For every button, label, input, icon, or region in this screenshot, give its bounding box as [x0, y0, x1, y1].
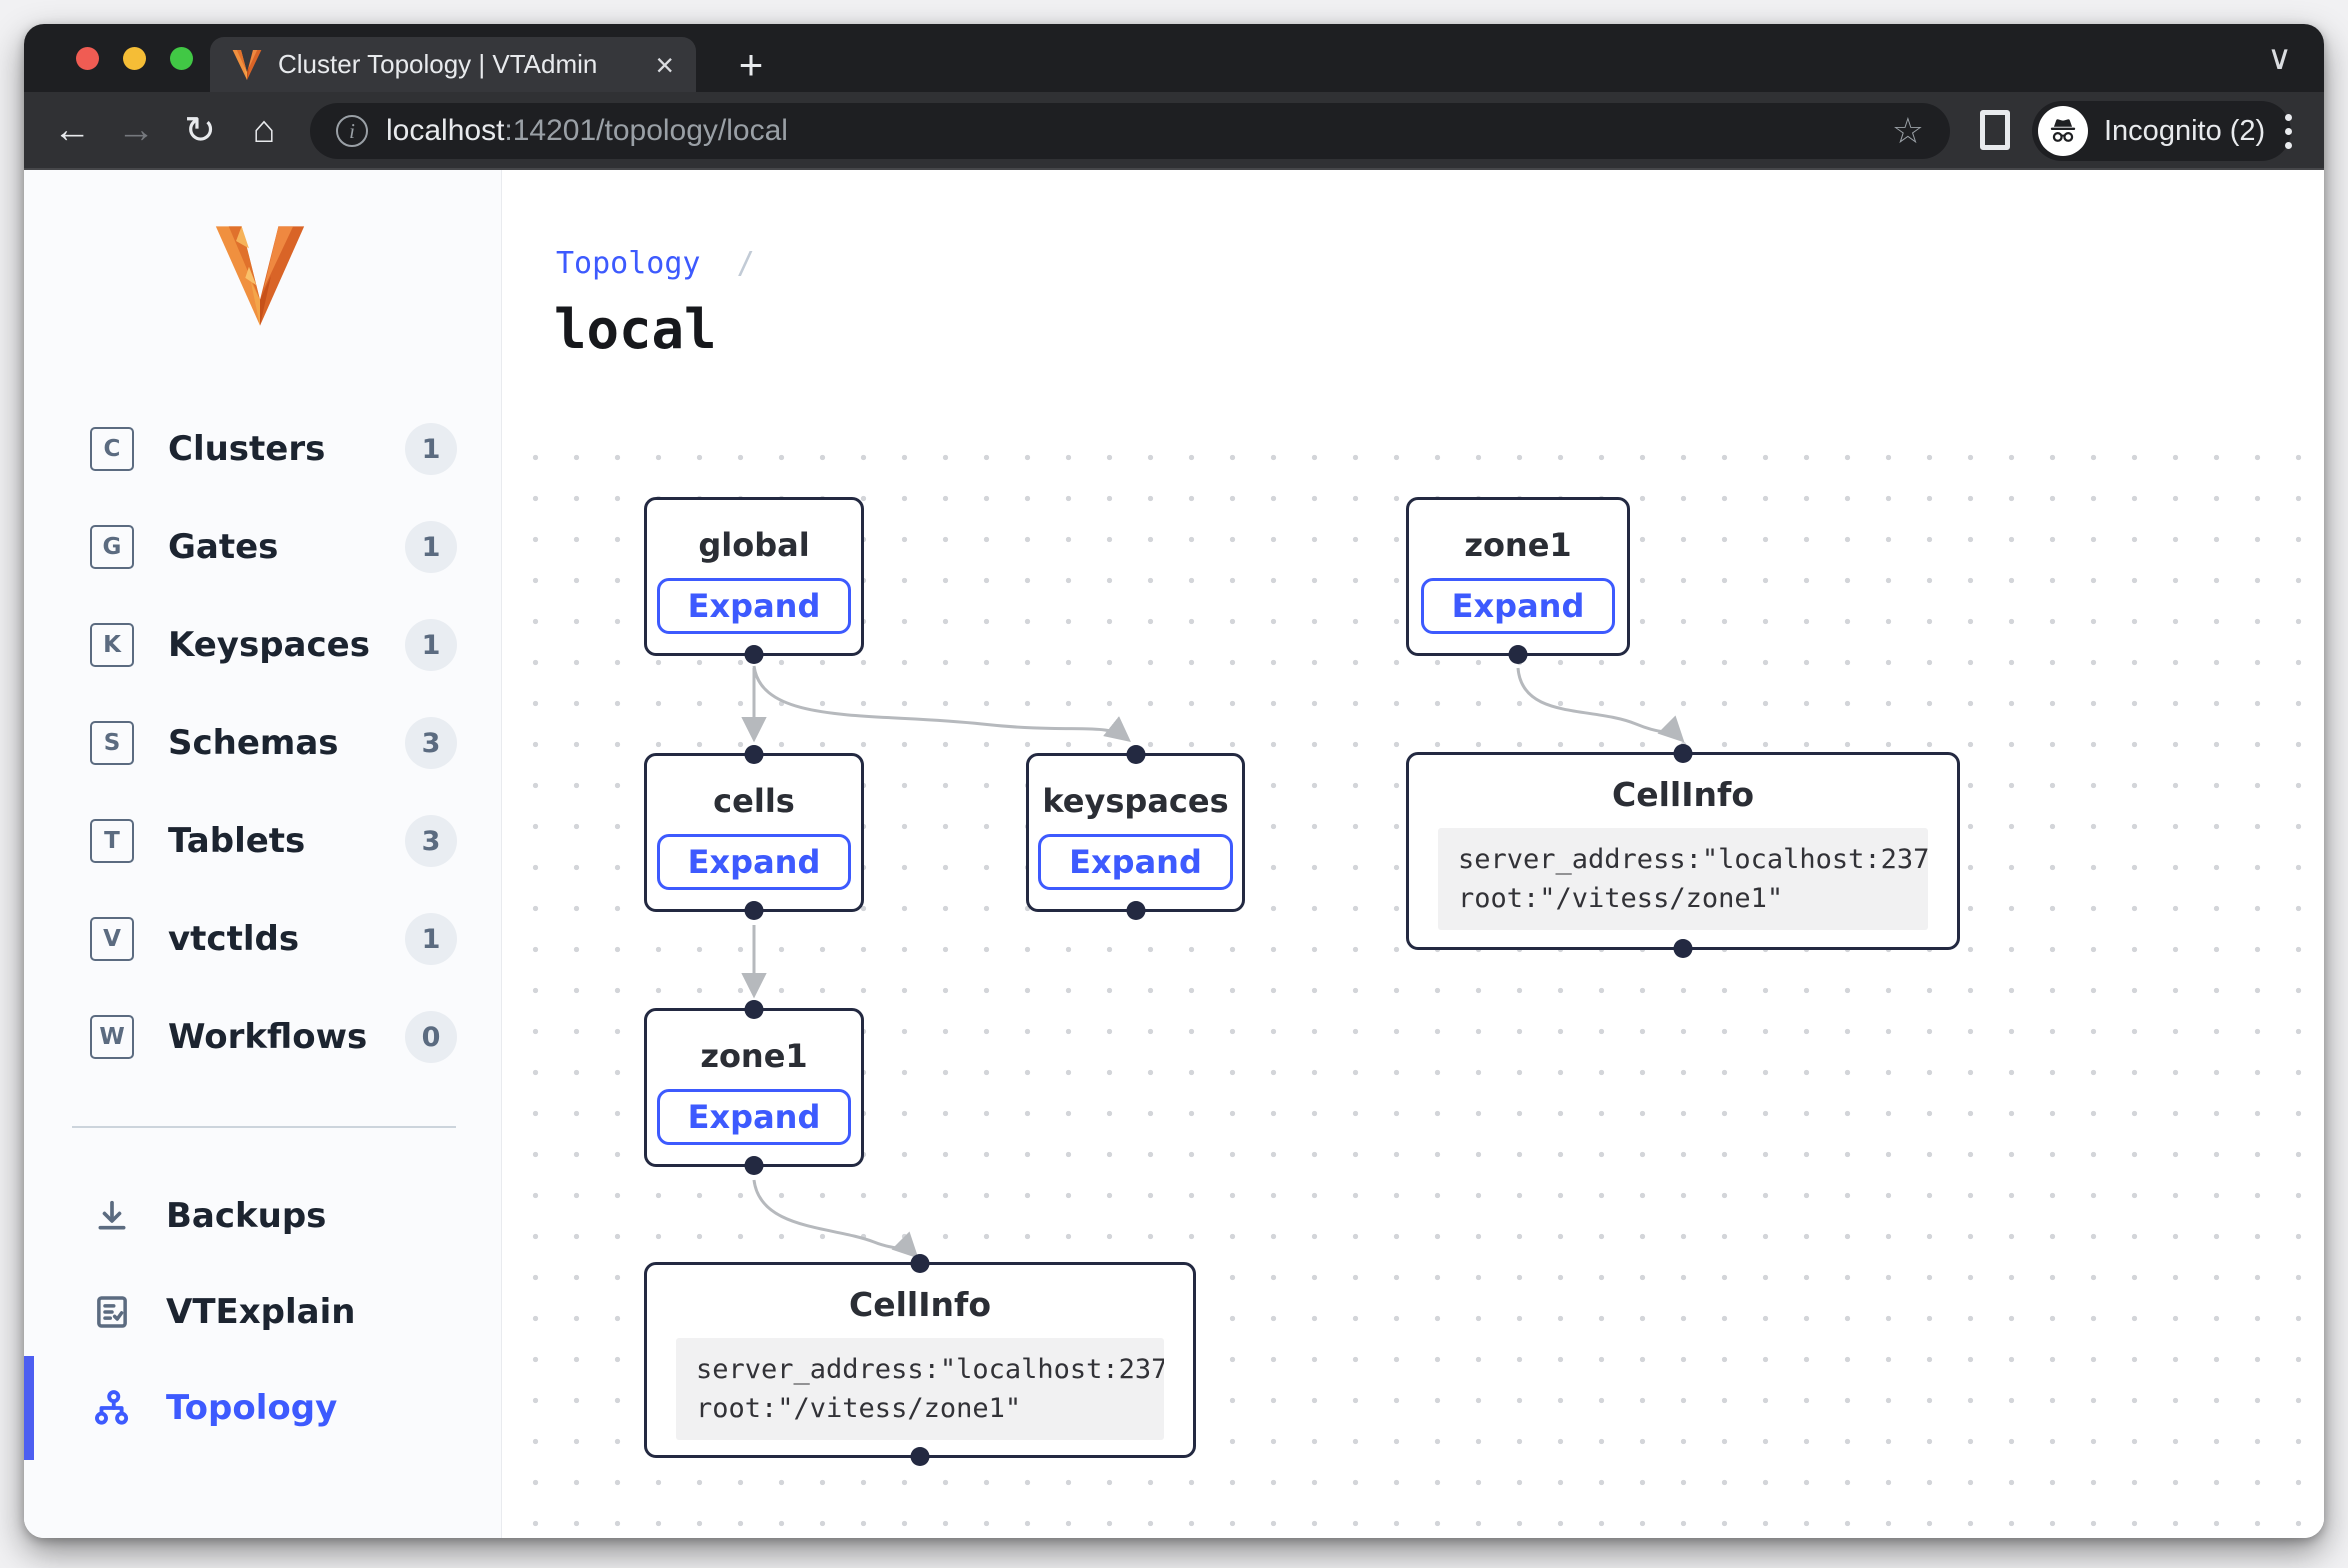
- node-global: global Expand: [644, 497, 864, 656]
- node-zone1-mid: zone1 Expand: [644, 1008, 864, 1167]
- node-title: CellInfo: [1612, 775, 1754, 814]
- port-dot: [911, 1447, 930, 1466]
- port-dot: [911, 1254, 930, 1273]
- port-dot: [1674, 939, 1693, 958]
- expand-button-zone1-top[interactable]: Expand: [1421, 578, 1616, 634]
- node-keyspaces: keyspaces Expand: [1026, 753, 1245, 912]
- cellinfo-server-address: server_address:"localhost:2379": [1458, 840, 1908, 879]
- port-dot: [1126, 745, 1145, 764]
- port-dot: [745, 1000, 764, 1019]
- port-dot: [745, 745, 764, 764]
- node-cellinfo-bottom: CellInfo server_address:"localhost:2379"…: [644, 1262, 1196, 1458]
- expand-button-global[interactable]: Expand: [657, 578, 852, 634]
- vtadmin-app: C Clusters 1 G Gates 1 K Keyspaces 1 S S…: [24, 170, 2324, 1538]
- topology-graph: global Expand zone1 Expand cells Expand …: [24, 24, 2324, 1538]
- cellinfo-root: root:"/vitess/zone1": [1458, 879, 1908, 918]
- node-title: zone1: [700, 1037, 807, 1075]
- node-title: CellInfo: [849, 1285, 991, 1324]
- node-title: keyspaces: [1042, 782, 1228, 820]
- port-dot: [745, 1156, 764, 1175]
- port-dot: [745, 645, 764, 664]
- edge-zone1-cellinfo-bottom: [754, 1180, 914, 1254]
- cellinfo-root: root:"/vitess/zone1": [696, 1389, 1144, 1428]
- browser-window: Cluster Topology | VTAdmin × + ∨ ← → ↻ ⌂…: [24, 24, 2324, 1538]
- cellinfo-code: server_address:"localhost:2379" root:"/v…: [1438, 828, 1928, 930]
- edge-zone1-cellinfo: [1518, 668, 1680, 738]
- expand-button-zone1-mid[interactable]: Expand: [657, 1089, 852, 1145]
- node-title: cells: [713, 782, 795, 820]
- node-cells: cells Expand: [644, 753, 864, 912]
- cellinfo-server-address: server_address:"localhost:2379": [696, 1350, 1144, 1389]
- expand-button-keyspaces[interactable]: Expand: [1038, 834, 1233, 890]
- port-dot: [1509, 645, 1528, 664]
- node-title: zone1: [1464, 526, 1571, 564]
- node-title: global: [698, 526, 809, 564]
- expand-button-cells[interactable]: Expand: [657, 834, 852, 890]
- edge-global-keyspaces: [754, 666, 1126, 738]
- port-dot: [745, 901, 764, 920]
- cellinfo-code: server_address:"localhost:2379" root:"/v…: [676, 1338, 1164, 1440]
- port-dot: [1674, 744, 1693, 763]
- node-zone1-top: zone1 Expand: [1406, 497, 1630, 656]
- node-cellinfo-right: CellInfo server_address:"localhost:2379"…: [1406, 752, 1960, 950]
- port-dot: [1126, 901, 1145, 920]
